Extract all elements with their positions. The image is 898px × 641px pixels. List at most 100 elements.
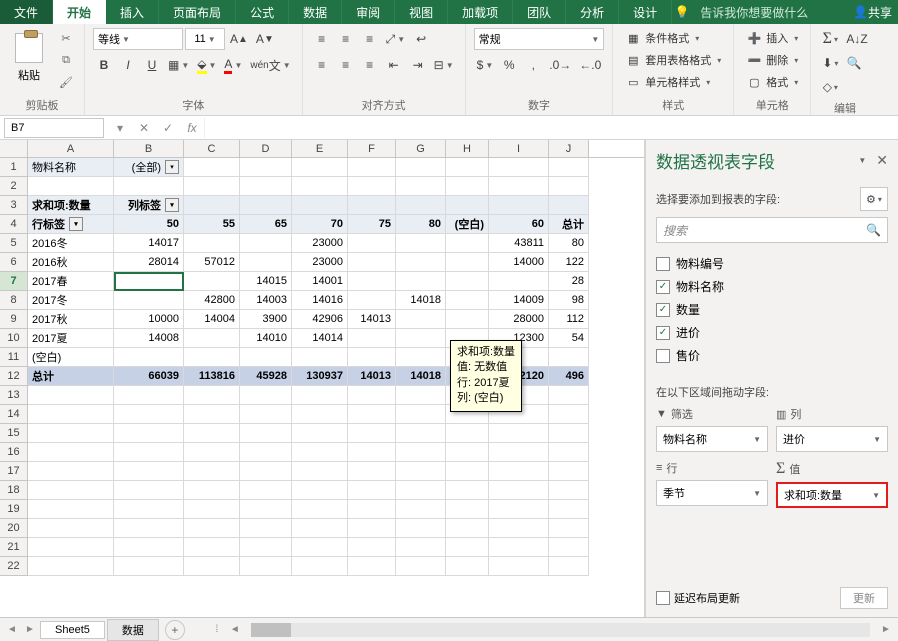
column-header-I[interactable]: I — [489, 140, 549, 157]
cell-H8[interactable] — [446, 291, 489, 310]
percent-button[interactable]: % — [498, 54, 520, 76]
cell-G14[interactable] — [396, 405, 446, 424]
decrease-decimal-button[interactable]: ←.0 — [576, 54, 604, 76]
cell-H9[interactable] — [446, 310, 489, 329]
cell-D14[interactable] — [240, 405, 292, 424]
field-item[interactable]: ✓进价 — [656, 324, 888, 341]
cell-A1[interactable]: 物料名称 — [28, 158, 114, 177]
cell-E4[interactable]: 70 — [292, 215, 348, 234]
cell-A20[interactable] — [28, 519, 114, 538]
cell-D11[interactable] — [240, 348, 292, 367]
cell-A12[interactable]: 总计 — [28, 367, 114, 386]
cell-B11[interactable] — [114, 348, 184, 367]
align-top-button[interactable]: ≡ — [311, 28, 333, 50]
cell-G21[interactable] — [396, 538, 446, 557]
cell-J19[interactable] — [549, 500, 589, 519]
cell-J14[interactable] — [549, 405, 589, 424]
cell-J11[interactable] — [549, 348, 589, 367]
cell-D4[interactable]: 65 — [240, 215, 292, 234]
cell-H2[interactable] — [446, 177, 489, 196]
cell-A2[interactable] — [28, 177, 114, 196]
select-all-corner[interactable] — [0, 140, 28, 158]
cell-A11[interactable]: (空白) — [28, 348, 114, 367]
cell-I22[interactable] — [489, 557, 549, 576]
cell-B8[interactable] — [114, 291, 184, 310]
clear-button[interactable]: ◇▾ — [819, 76, 841, 98]
cell-G17[interactable] — [396, 462, 446, 481]
add-sheet-button[interactable]: + — [165, 620, 185, 640]
cell-J5[interactable]: 80 — [549, 234, 589, 253]
column-header-A[interactable]: A — [28, 140, 114, 157]
cell-D8[interactable]: 14003 — [240, 291, 292, 310]
cell-F17[interactable] — [348, 462, 396, 481]
phonetic-button[interactable]: wén文▼ — [247, 54, 293, 76]
copy-button[interactable]: ⧉ — [56, 50, 76, 70]
field-item[interactable]: 售价 — [656, 347, 888, 364]
cell-G7[interactable] — [396, 272, 446, 291]
row-header[interactable]: 4 — [0, 215, 28, 234]
cell-J13[interactable] — [549, 386, 589, 405]
cell-C20[interactable] — [184, 519, 240, 538]
cell-I19[interactable] — [489, 500, 549, 519]
column-header-D[interactable]: D — [240, 140, 292, 157]
increase-decimal-button[interactable]: .0→ — [546, 54, 574, 76]
cell-C13[interactable] — [184, 386, 240, 405]
cell-A3[interactable]: 求和项:数量 — [28, 196, 114, 215]
cell-B22[interactable] — [114, 557, 184, 576]
cell-I6[interactable]: 14000 — [489, 253, 549, 272]
cell-A4[interactable]: 行标签▾ — [28, 215, 114, 234]
cell-G2[interactable] — [396, 177, 446, 196]
column-header-H[interactable]: H — [446, 140, 489, 157]
cell-F16[interactable] — [348, 443, 396, 462]
cell-B1[interactable]: (全部)▾ — [114, 158, 184, 177]
cell-F6[interactable] — [348, 253, 396, 272]
cell-D6[interactable] — [240, 253, 292, 272]
bold-button[interactable]: B — [93, 54, 115, 76]
cell-B13[interactable] — [114, 386, 184, 405]
row-header[interactable]: 22 — [0, 557, 28, 576]
cell-A21[interactable] — [28, 538, 114, 557]
cell-F10[interactable] — [348, 329, 396, 348]
cell-styles-button[interactable]: ▭单元格样式▾ — [621, 72, 725, 92]
row-header[interactable]: 10 — [0, 329, 28, 348]
cell-E8[interactable]: 14016 — [292, 291, 348, 310]
field-item[interactable]: 物料编号 — [656, 255, 888, 272]
cell-E18[interactable] — [292, 481, 348, 500]
cell-J21[interactable] — [549, 538, 589, 557]
row-header[interactable]: 2 — [0, 177, 28, 196]
cell-D2[interactable] — [240, 177, 292, 196]
cell-H3[interactable] — [446, 196, 489, 215]
cell-C18[interactable] — [184, 481, 240, 500]
cell-F3[interactable] — [348, 196, 396, 215]
cell-B12[interactable]: 66039 — [114, 367, 184, 386]
cell-B4[interactable]: 50 — [114, 215, 184, 234]
cell-E16[interactable] — [292, 443, 348, 462]
column-header-F[interactable]: F — [348, 140, 396, 157]
row-header[interactable]: 16 — [0, 443, 28, 462]
sheet-tab-other[interactable]: 数据 — [107, 619, 159, 641]
rows-drop-area[interactable]: 季节▼ — [656, 480, 768, 506]
formula-input[interactable] — [204, 118, 898, 138]
cell-H1[interactable] — [446, 158, 489, 177]
row-header[interactable]: 8 — [0, 291, 28, 310]
cell-D7[interactable]: 14015 — [240, 272, 292, 291]
format-cells-button[interactable]: ▢格式▾ — [742, 72, 802, 92]
cell-E21[interactable] — [292, 538, 348, 557]
font-name-combo[interactable]: 等线▼ — [93, 28, 183, 50]
cell-J18[interactable] — [549, 481, 589, 500]
cell-H16[interactable] — [446, 443, 489, 462]
cell-H18[interactable] — [446, 481, 489, 500]
cell-F4[interactable]: 75 — [348, 215, 396, 234]
pane-settings-button[interactable]: ⚙▾ — [860, 187, 888, 211]
column-header-E[interactable]: E — [292, 140, 348, 157]
cell-G8[interactable]: 14018 — [396, 291, 446, 310]
cell-F2[interactable] — [348, 177, 396, 196]
indent-increase-button[interactable]: ⇥ — [407, 54, 429, 76]
cell-H20[interactable] — [446, 519, 489, 538]
cell-E10[interactable]: 14014 — [292, 329, 348, 348]
cell-J22[interactable] — [549, 557, 589, 576]
horizontal-scrollbar[interactable] — [251, 623, 870, 637]
cell-F19[interactable] — [348, 500, 396, 519]
column-header-G[interactable]: G — [396, 140, 446, 157]
cell-B15[interactable] — [114, 424, 184, 443]
